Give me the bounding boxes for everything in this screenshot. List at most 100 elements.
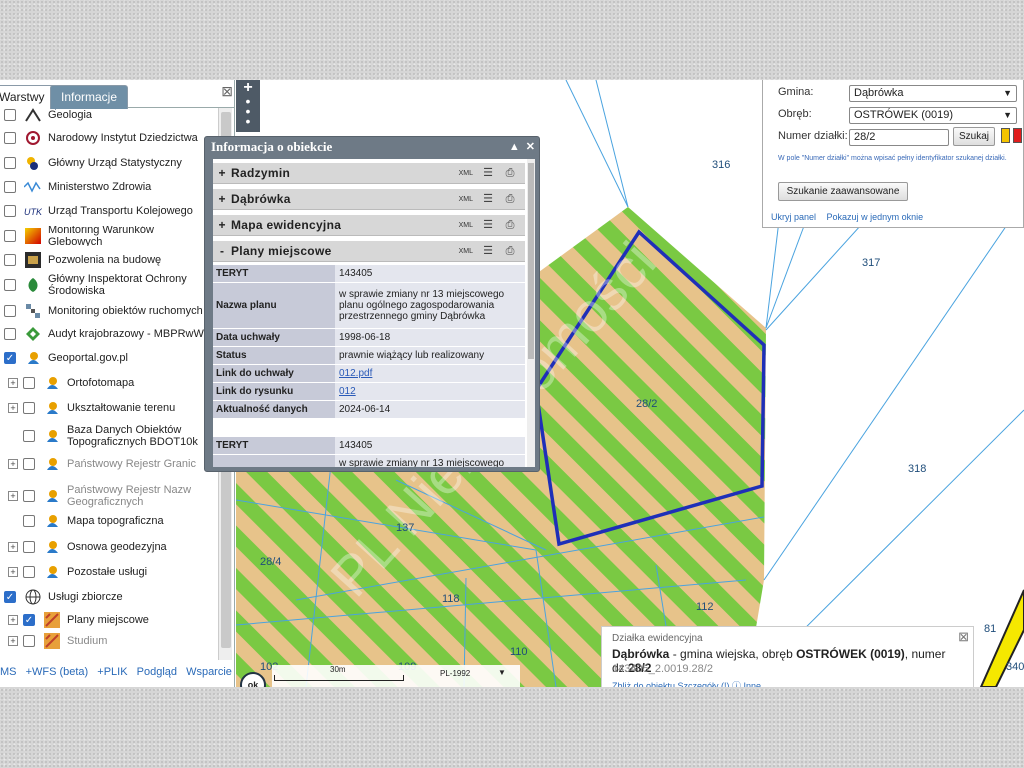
layer-checkbox[interactable] [4, 305, 16, 317]
chevron-down-icon[interactable]: ▼ [498, 668, 506, 677]
close-icon[interactable]: ⊠ [221, 83, 233, 100]
layer-checkbox[interactable] [23, 490, 35, 502]
layer-checkbox[interactable]: ✓ [4, 352, 16, 364]
layer-item[interactable]: Ministerstwo Zdrowia [0, 178, 218, 196]
toggle-icon[interactable]: + [213, 192, 231, 206]
layer-checkbox[interactable] [23, 566, 35, 578]
toggle-icon[interactable]: + [213, 218, 231, 232]
layer-item[interactable]: ✓ Usługi zbiorcze [0, 588, 218, 606]
info-link[interactable]: 012 [335, 383, 525, 400]
layer-item[interactable]: + Ukształtowanie terenu [0, 399, 218, 417]
expand-icon[interactable]: + [8, 636, 18, 646]
layer-checkbox[interactable] [4, 157, 16, 169]
info-section[interactable]: + Radzymin XML ☰ ⎙ [213, 163, 525, 184]
expand-icon[interactable]: + [8, 459, 18, 469]
info-link[interactable]: 012.pdf [335, 365, 525, 382]
info-scrollbar[interactable] [527, 159, 535, 467]
close-icon[interactable]: ✕ [526, 141, 535, 153]
expand-icon[interactable]: + [8, 403, 18, 413]
layer-item[interactable]: UTK Urząd Transportu Kolejowego [0, 202, 218, 220]
layer-checkbox[interactable] [23, 515, 35, 527]
one-window-link[interactable]: Pokazuj w jednym oknie [827, 212, 924, 222]
layer-checkbox[interactable] [4, 230, 16, 242]
list-icon[interactable]: ☰ [481, 219, 495, 231]
expand-icon[interactable]: + [8, 378, 18, 388]
search-button[interactable]: Szukaj [953, 127, 995, 146]
xml-export-icon[interactable]: XML [459, 170, 473, 177]
tab-layers[interactable]: Warstwy [0, 85, 56, 110]
layer-item[interactable]: + Państwowy Rejestr Nazw Geograficznych [0, 481, 218, 511]
toggle-icon[interactable]: + [213, 166, 231, 180]
layer-checkbox[interactable] [4, 132, 16, 144]
layer-checkbox[interactable] [23, 458, 35, 470]
gmina-select[interactable]: Dąbrówka ▼ [849, 85, 1017, 102]
xml-export-icon[interactable]: XML [459, 196, 473, 203]
advanced-search-button[interactable]: Szukanie zaawansowane [778, 182, 908, 201]
layer-checkbox[interactable] [4, 181, 16, 193]
expand-icon[interactable]: + [8, 567, 18, 577]
xml-export-icon[interactable]: XML [459, 222, 473, 229]
print-icon[interactable]: ⎙ [503, 193, 517, 205]
list-icon[interactable]: ☰ [481, 167, 495, 179]
layer-item[interactable]: Baza Danych Obiektów Topograficznych BDO… [0, 421, 218, 451]
layer-item[interactable]: Pozwolenia na budowę [0, 251, 218, 269]
info-section[interactable]: - Plany miejscowe XML ☰ ⎙ [213, 241, 525, 262]
link-wsparcie[interactable]: Wsparcie [186, 666, 232, 678]
layer-checkbox[interactable] [23, 635, 35, 647]
more-dots-icon[interactable]: • • • [236, 94, 260, 128]
expand-icon[interactable]: + [8, 542, 18, 552]
link-podglad[interactable]: Podgląd [137, 666, 177, 678]
layer-checkbox[interactable] [23, 402, 35, 414]
link-plik[interactable]: +PLIK [97, 666, 127, 678]
layer-checkbox[interactable] [4, 279, 16, 291]
toggle-icon[interactable]: - [213, 244, 231, 258]
list-icon[interactable]: ☰ [481, 193, 495, 205]
layer-item[interactable]: Monitoring obiektów ruchomych [0, 301, 218, 321]
expand-icon[interactable]: + [8, 615, 18, 625]
layer-checkbox[interactable] [4, 254, 16, 266]
list-icon[interactable]: ☰ [481, 245, 495, 257]
info-section[interactable]: + Mapa ewidencyjna XML ☰ ⎙ [213, 215, 525, 236]
layer-checkbox[interactable] [4, 109, 16, 121]
layer-item[interactable]: + Studium [0, 632, 218, 650]
layer-checkbox[interactable]: ✓ [23, 614, 35, 626]
layer-item[interactable]: Główny Urząd Statystyczny [0, 154, 218, 172]
expand-icon[interactable]: + [8, 491, 18, 501]
info-section[interactable]: + Dąbrówka XML ☰ ⎙ [213, 189, 525, 210]
layer-checkbox[interactable]: ✓ [4, 591, 16, 603]
popup-links[interactable]: Zbliż do obiektu Szczegóły (!) ⓘ Inne [612, 679, 761, 687]
layer-item[interactable]: + Państwowy Rejestr Granic [0, 455, 218, 473]
color-swatch-yellow[interactable] [1001, 128, 1010, 143]
print-icon[interactable]: ⎙ [503, 167, 517, 179]
layer-item[interactable]: Mapa topograficzna [0, 512, 218, 530]
color-swatch-red[interactable] [1013, 128, 1022, 143]
link-wfs[interactable]: +WFS (beta) [26, 666, 89, 678]
layer-item[interactable]: Monitoring Warunków Glebowych [0, 226, 218, 246]
layer-item[interactable]: + Ortofotomapa [0, 374, 218, 392]
layer-item[interactable]: + Pozostałe usługi [0, 563, 218, 581]
tab-info[interactable]: Informacje [50, 85, 129, 109]
obreb-select[interactable]: OSTRÓWEK (0019) ▼ [849, 107, 1017, 124]
layer-checkbox[interactable] [23, 377, 35, 389]
dzialka-input[interactable]: 28/2 [849, 129, 949, 146]
layer-item[interactable]: Geologia [0, 108, 218, 122]
layer-item[interactable]: Audyt krajobrazowy - MBPRwW [0, 325, 218, 343]
parcel-popup[interactable]: Działka ewidencyjna Dąbrówka - gmina wie… [601, 626, 974, 687]
layer-item[interactable]: Narodowy Instytut Dziedzictwa [0, 129, 218, 147]
close-icon[interactable]: ⊠ [958, 629, 969, 645]
xml-export-icon[interactable]: XML [459, 248, 473, 255]
layer-checkbox[interactable] [4, 205, 16, 217]
info-window-controls[interactable]: ▲ ✕ [509, 140, 535, 153]
layer-item[interactable]: + Osnowa geodezyjna [0, 538, 218, 556]
print-icon[interactable]: ⎙ [503, 219, 517, 231]
print-icon[interactable]: ⎙ [503, 245, 517, 257]
object-info-window[interactable]: Informacja o obiekcie ▲ ✕ + Radzymin XML ☰ ⎙… [204, 136, 540, 472]
layer-item[interactable]: ✓ Geoportal.gov.pl [0, 349, 218, 367]
layer-checkbox[interactable] [4, 328, 16, 340]
link-ms[interactable]: MS [0, 666, 17, 678]
layer-checkbox[interactable] [23, 541, 35, 553]
collapse-icon[interactable]: ▲ [509, 141, 520, 153]
hide-panel-link[interactable]: Ukryj panel [771, 212, 816, 222]
zoom-toolbar[interactable]: + • • • [236, 80, 260, 132]
layer-checkbox[interactable] [23, 430, 35, 442]
